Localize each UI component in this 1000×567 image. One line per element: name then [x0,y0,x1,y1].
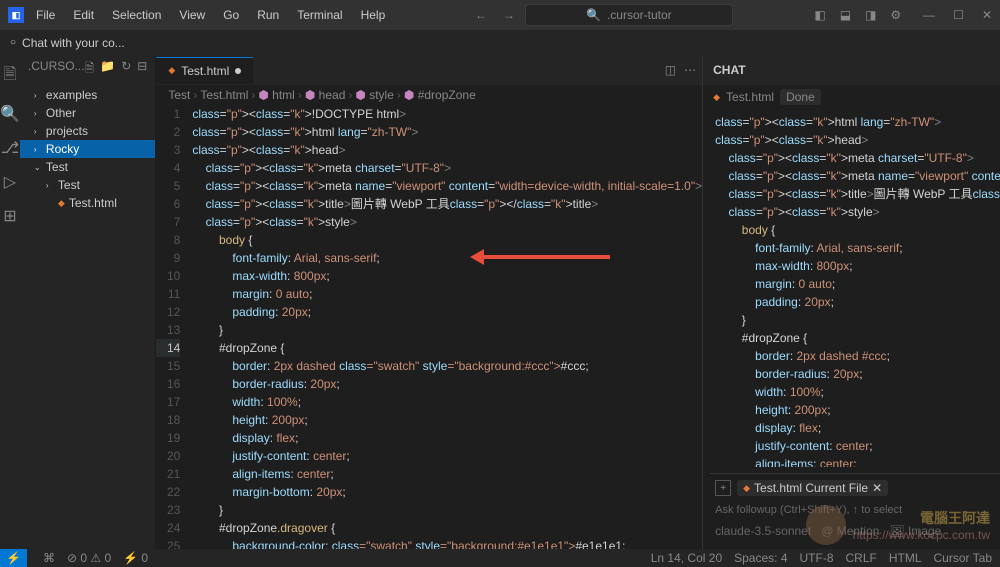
chat-file-label: Test.html [726,90,774,104]
nav-back-icon[interactable]: ← [473,6,489,24]
app-logo: ◧ [8,7,24,23]
search-side-icon[interactable]: 🔍 [0,104,20,124]
status-item[interactable]: Ln 14, Col 20 [651,551,722,565]
editor-tab[interactable]: ◆ Test.html [156,57,253,84]
command-center[interactable]: 🔍 .cursor-tutor [525,4,733,26]
menu-file[interactable]: File [28,4,63,26]
watermark: 電腦王阿達 https://www.kocpc.com.tw [806,505,990,545]
chat-code-block: class="p"><class="k">html lang="zh-TW">c… [703,109,1000,467]
tree-item-examples[interactable]: ›examples [20,86,155,104]
tree-item-test[interactable]: ›Test [20,176,155,194]
chat-collab-tab[interactable]: Chat with your co... [0,32,135,54]
search-icon: 🔍 [586,8,601,22]
menu-help[interactable]: Help [353,4,394,26]
context-pill[interactable]: ◆Test.html Current File✕ [737,480,888,496]
activity-bar: 🗎 🔍 ⎇ ▷ ⊞ [0,55,20,550]
status-item[interactable]: ⌘ [43,551,55,565]
minimize-icon[interactable]: — [923,8,935,22]
tree-item-rocky[interactable]: ›Rocky [20,140,155,158]
editor-group-left: ◆ Test.html ◫ ⋯ Test›Test.html›⬢ html›⬢ … [156,55,702,550]
new-file-icon[interactable]: 🗎 [85,59,95,80]
tree-item-other[interactable]: ›Other [20,104,155,122]
close-icon[interactable]: ✕ [982,8,992,22]
menu-run[interactable]: Run [249,4,287,26]
remote-indicator[interactable]: ⚡ [0,549,27,567]
html-file-icon: ◆ [168,65,175,76]
annotation-arrow [480,255,610,259]
status-item[interactable]: Cursor Tab [934,551,992,565]
menu-bar: FileEditSelectionViewGoRunTerminalHelp [28,4,393,26]
debug-icon[interactable]: ▷ [4,172,16,192]
chat-panel: CHAT + ↻ ⤢ ⋯ ◆ Test.html Done ✕ Reject ✓… [702,55,1000,550]
editor-tab-label: Test.html [181,64,229,78]
tree-item-projects[interactable]: ›projects [20,122,155,140]
settings-gear-icon[interactable]: ⚙ [888,6,903,24]
explorer-title: .CURSO... [28,59,85,80]
chat-status-badge: Done [780,89,821,105]
html-file-icon: ◆ [713,92,720,103]
explorer-icon[interactable]: 🗎 [4,63,17,90]
menu-go[interactable]: Go [215,4,247,26]
status-item[interactable]: ⚡ 0 [123,551,148,565]
file-tree: ›examples›Other›projects›Rocky⌄Test›Test… [20,84,155,214]
menu-terminal[interactable]: Terminal [289,4,350,26]
menu-view[interactable]: View [171,4,213,26]
breadcrumbs[interactable]: Test›Test.html›⬢ html›⬢ head›⬢ style›⬢ #… [156,85,702,105]
refresh-icon[interactable]: ↻ [121,59,131,80]
titlebar: ◧ FileEditSelectionViewGoRunTerminalHelp… [0,0,1000,30]
layout-left-icon[interactable]: ◧ [812,6,827,24]
status-bar: ⚡ ⌘ ⊘ 0 ⚠ 0 ⚡ 0 Ln 14, Col 20 Spaces: 4 UTF-8… [0,549,1000,567]
search-text: .cursor-tutor [607,8,672,22]
maximize-icon[interactable]: ☐ [953,8,964,22]
tree-item-test[interactable]: ⌄Test [20,158,155,176]
layout-right-icon[interactable]: ◨ [863,6,878,24]
new-folder-icon[interactable]: 📁 [100,59,115,80]
extensions-icon[interactable]: ⊞ [3,206,16,226]
menu-edit[interactable]: Edit [65,4,102,26]
split-editor-icon[interactable]: ◫ [665,63,676,77]
layout-bottom-icon[interactable]: ⬓ [838,6,853,24]
chat-footer-item[interactable]: claude-3.5-sonnet [715,524,811,538]
nav-fwd-icon[interactable]: → [501,6,517,24]
status-item[interactable]: Spaces: 4 [734,551,787,565]
status-item[interactable]: ⊘ 0 ⚠ 0 [67,551,111,565]
add-context-button[interactable]: + [715,480,731,496]
collapse-icon[interactable]: ⊟ [137,59,147,80]
code-editor[interactable]: 1234567891011121314151617181920212223242… [156,105,702,550]
status-item[interactable]: UTF-8 [800,551,834,565]
secondary-tabbar: Chat with your co... [0,30,1000,55]
chat-title: CHAT [713,63,745,77]
explorer-sidebar: .CURSO... 🗎 📁 ↻ ⊟ ›examples›Other›projec… [20,55,156,550]
tree-item-test.html[interactable]: ◆Test.html [20,194,155,212]
status-item[interactable]: CRLF [846,551,877,565]
status-item[interactable]: HTML [889,551,922,565]
dirty-indicator [235,68,241,74]
more-icon[interactable]: ⋯ [684,63,696,77]
menu-selection[interactable]: Selection [104,4,169,26]
source-control-icon[interactable]: ⎇ [1,138,19,158]
